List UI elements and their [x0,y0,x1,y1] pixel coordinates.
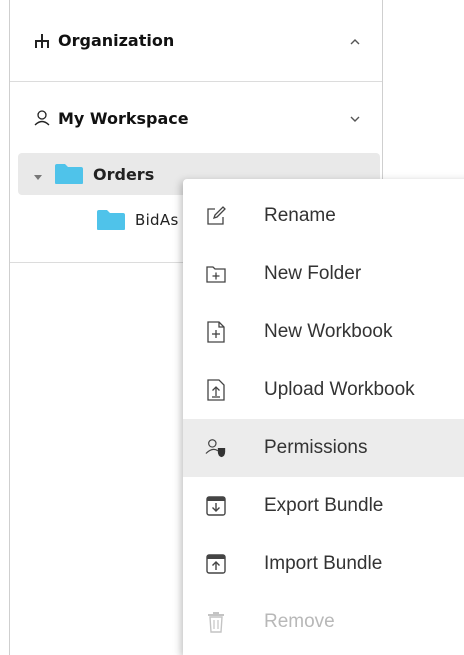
menu-item-label: Permissions [264,437,368,458]
permissions-icon [205,437,227,459]
menu-item-label: Upload Workbook [264,379,415,400]
menu-item-label: New Workbook [264,321,393,342]
menu-item-new-folder[interactable]: New Folder [183,245,464,303]
menu-item-label: Import Bundle [264,553,383,574]
menu-item-label: Rename [264,205,336,226]
tree-item-label: BidAs [135,211,179,229]
organization-label: Organization [58,31,175,50]
workspace-section-header[interactable]: My Workspace [10,83,382,153]
new-folder-icon [205,263,227,285]
trash-icon [205,611,227,633]
user-icon [32,108,52,128]
tree-item-label: Orders [93,164,155,184]
edit-icon [205,205,227,227]
menu-item-upload-workbook[interactable]: Upload Workbook [183,361,464,419]
menu-item-import-bundle[interactable]: Import Bundle [183,535,464,593]
export-bundle-icon [205,495,227,517]
menu-item-export-bundle[interactable]: Export Bundle [183,477,464,535]
context-menu: Rename New Folder New Workbook Upload Wo… [183,179,464,655]
chevron-down-icon[interactable] [348,111,362,125]
folder-icon [54,163,84,185]
chevron-up-icon[interactable] [348,34,362,48]
menu-item-remove: Remove [183,593,464,651]
menu-item-label: New Folder [264,263,362,284]
new-workbook-icon [205,321,227,343]
upload-workbook-icon [205,379,227,401]
menu-item-label: Export Bundle [264,495,384,516]
organization-section-header[interactable]: Organization [10,0,382,82]
hierarchy-icon [32,31,52,51]
import-bundle-icon [205,553,227,575]
caret-down-icon[interactable] [32,168,44,180]
menu-item-new-workbook[interactable]: New Workbook [183,303,464,361]
menu-item-rename[interactable]: Rename [183,187,464,245]
workspace-label: My Workspace [58,108,189,128]
folder-icon [96,209,126,231]
menu-item-label: Remove [264,611,335,632]
tree-item-bidas[interactable]: BidAs [96,200,179,240]
menu-item-permissions[interactable]: Permissions [183,419,464,477]
